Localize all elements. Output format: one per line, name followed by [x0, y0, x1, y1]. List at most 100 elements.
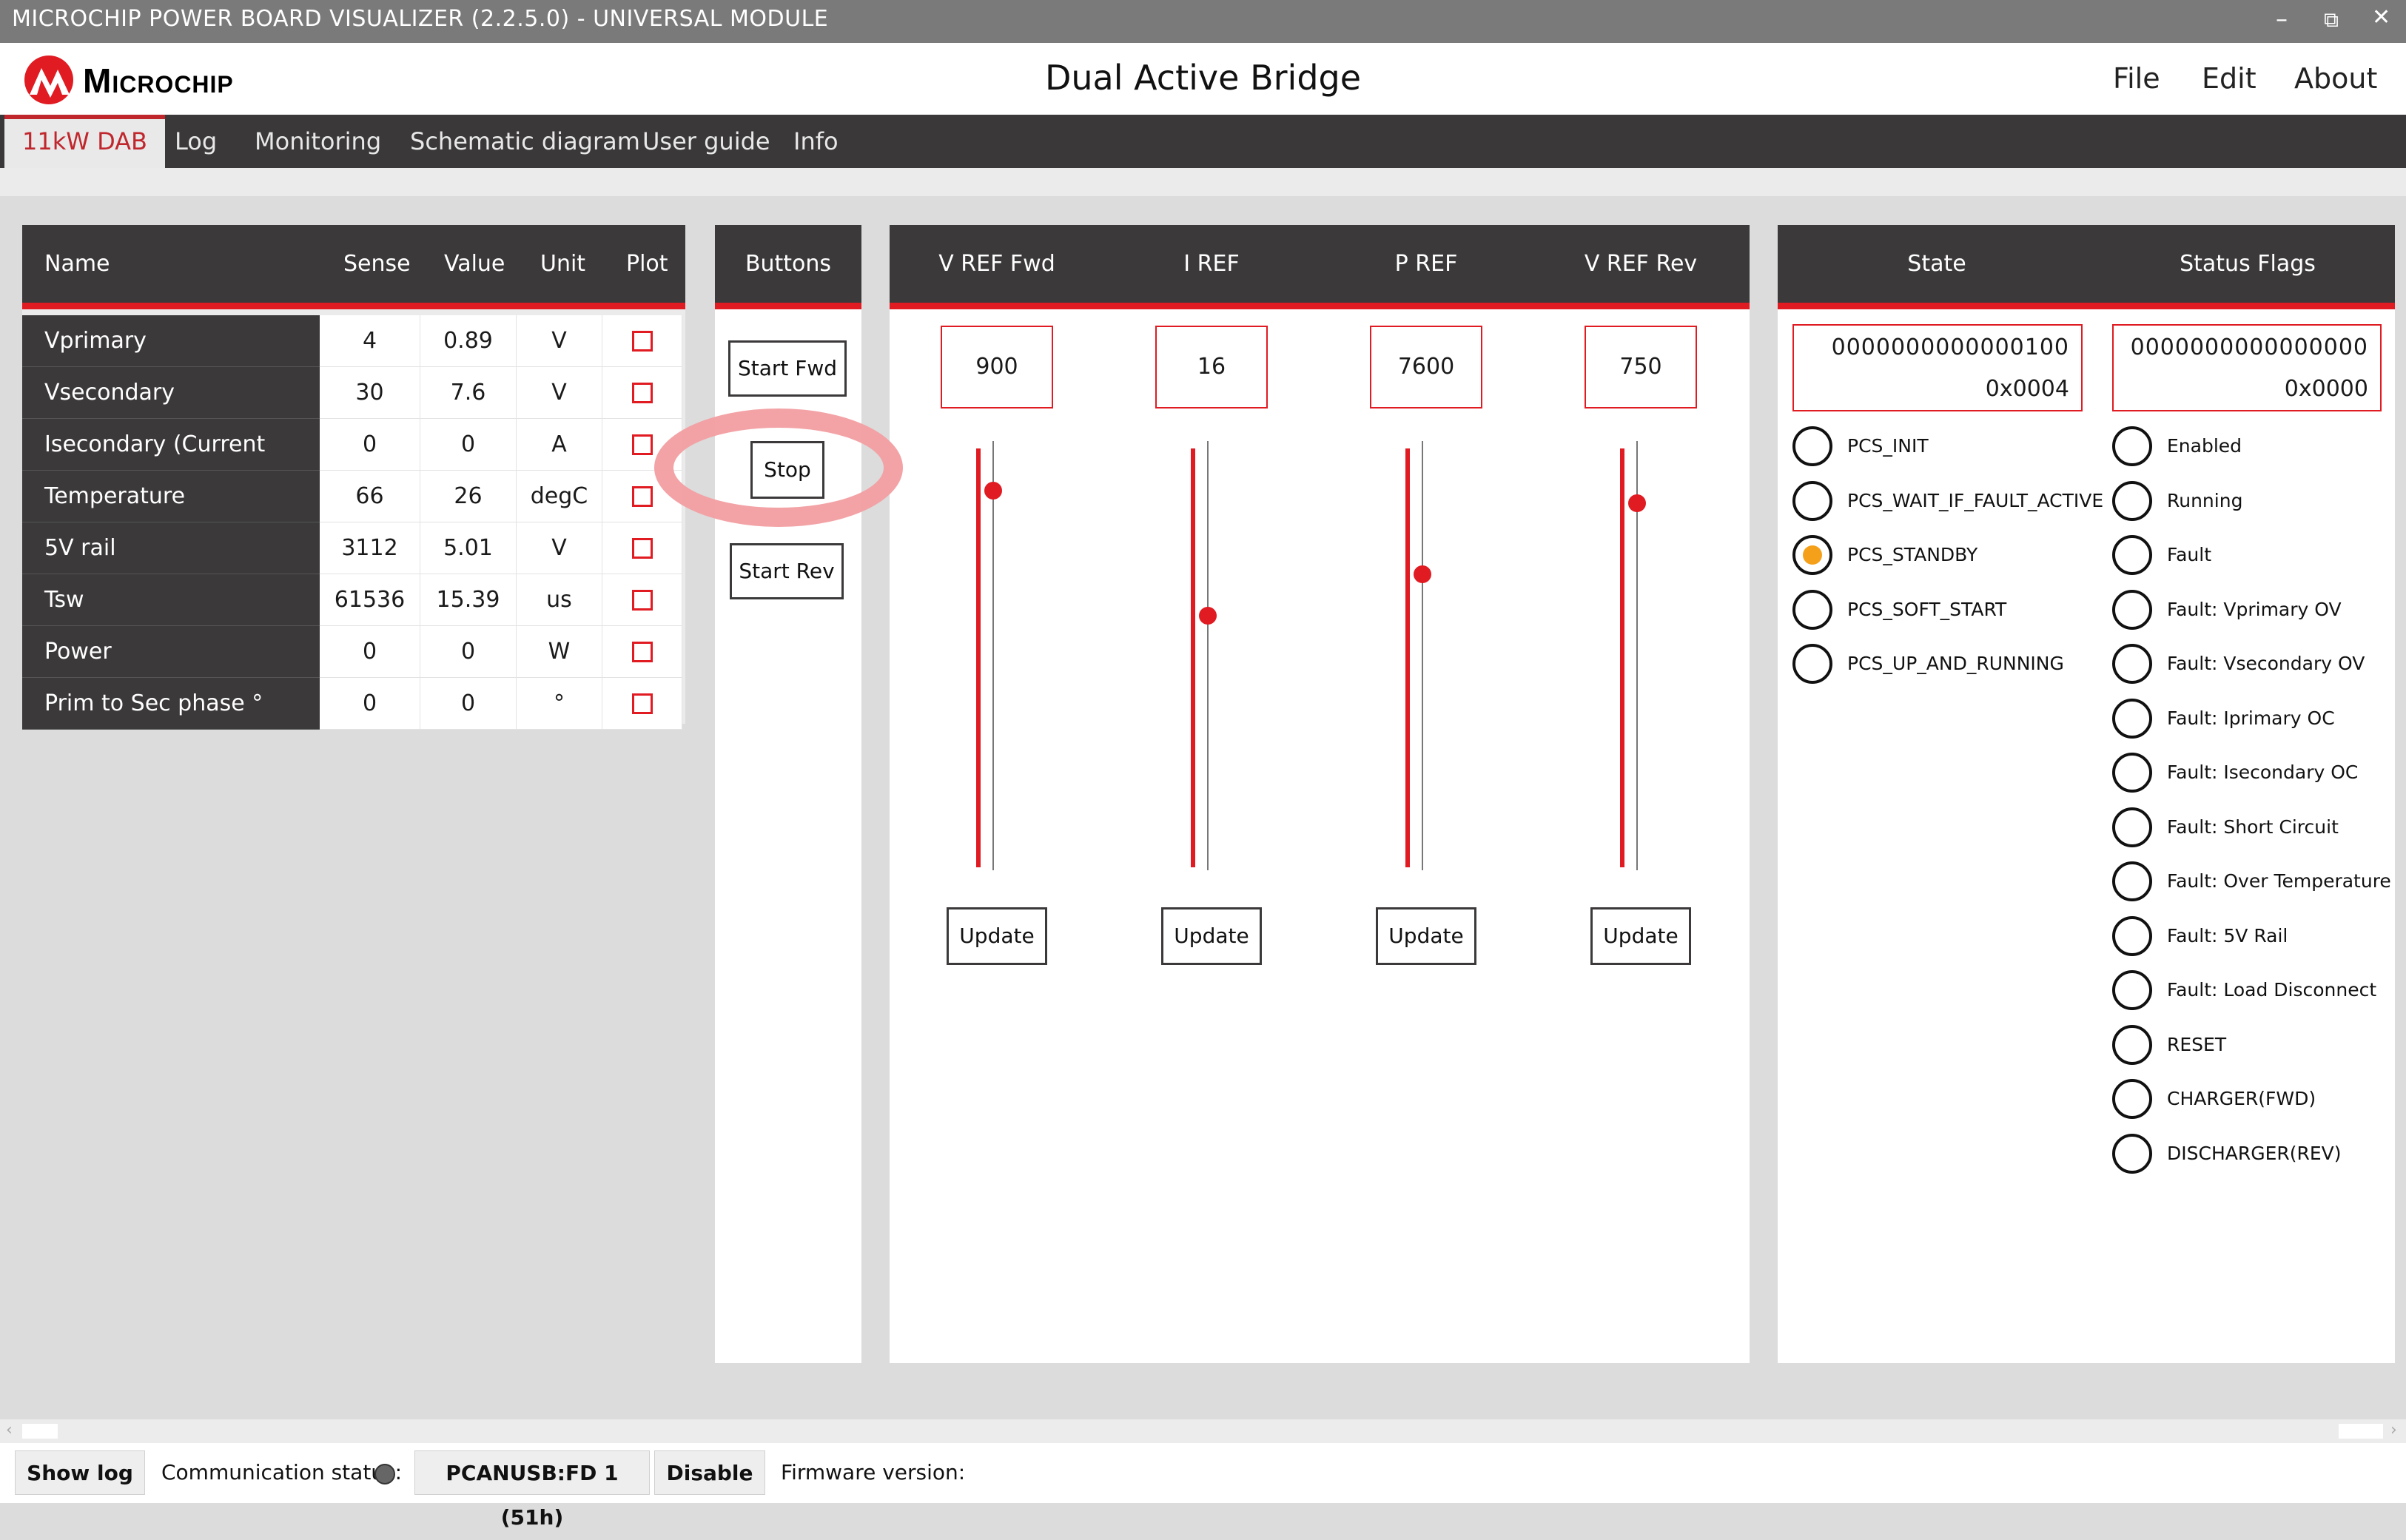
state-binary: 0000000000000100	[1831, 334, 2069, 360]
row-sense: 0	[320, 678, 420, 730]
status-flags-value-box: 0000000000000000 0x0000	[2112, 324, 2382, 411]
ref-input[interactable]: 900	[941, 326, 1053, 408]
tab-schematic-diagram[interactable]: Schematic diagram	[392, 115, 658, 168]
restore-icon[interactable]: ⧉	[2324, 7, 2339, 33]
buttons-panel: Buttons Start Fwd Stop Start Rev	[715, 225, 861, 1363]
disable-button[interactable]: Disable	[654, 1450, 765, 1495]
tab-user-guide[interactable]: User guide	[625, 115, 788, 168]
status-flag-radio	[2112, 535, 2152, 575]
row-unit: us	[517, 574, 602, 626]
row-plot-cell	[602, 367, 682, 419]
status-flags-binary: 0000000000000000	[2130, 334, 2368, 360]
show-log-button[interactable]: Show log	[15, 1450, 145, 1495]
scroll-right-icon[interactable]: ›	[2390, 1421, 2397, 1439]
update-button[interactable]: Update	[947, 907, 1047, 965]
tab-monitoring[interactable]: Monitoring	[237, 115, 399, 168]
close-icon[interactable]: ✕	[2372, 4, 2390, 30]
row-unit: W	[517, 626, 602, 678]
communication-status-indicator	[374, 1464, 395, 1484]
table-row: Tsw 61536 15.39 us	[22, 574, 682, 626]
col-header-sense: Sense	[343, 251, 411, 277]
row-name: Prim to Sec phase °	[22, 678, 320, 730]
row-plot-cell	[602, 678, 682, 730]
state-radio	[1792, 426, 1832, 466]
menu-file[interactable]: File	[2113, 62, 2160, 95]
status-flag-label: Fault: Short Circuit	[2167, 816, 2339, 838]
minimize-icon[interactable]: –	[2276, 4, 2288, 33]
state-label: PCS_SOFT_START	[1847, 598, 2007, 620]
slider-track[interactable]	[1191, 448, 1195, 867]
window-title: MICROCHIP POWER BOARD VISUALIZER (2.2.5.…	[12, 6, 829, 32]
row-unit: V	[517, 315, 602, 367]
table-row: Temperature 66 26 degC	[22, 471, 682, 522]
buttons-panel-title: Buttons	[745, 251, 832, 277]
plot-checkbox[interactable]	[631, 589, 653, 611]
row-value: 5.01	[420, 522, 517, 574]
ref-input[interactable]: 7600	[1370, 326, 1482, 408]
table-row: Vsecondary 30 7.6 V	[22, 367, 682, 419]
slider-handle[interactable]	[984, 481, 1002, 500]
ref-input[interactable]: 16	[1155, 326, 1268, 408]
plot-checkbox[interactable]	[631, 434, 653, 455]
state-label: PCS_STANDBY	[1847, 544, 1978, 565]
start-fwd-button[interactable]: Start Fwd	[728, 340, 847, 397]
row-value: 15.39	[420, 574, 517, 626]
status-flag-radio	[2112, 970, 2152, 1010]
start-rev-button[interactable]: Start Rev	[730, 543, 844, 599]
table-header: Name Sense Value Unit Plot	[22, 225, 685, 309]
status-flag-radio	[2112, 1024, 2152, 1065]
status-flag-label: Fault: Iprimary OC	[2167, 707, 2335, 729]
status-flag-label: Running	[2167, 489, 2243, 511]
menu-about[interactable]: About	[2294, 62, 2377, 95]
tab-bar: 11kW DAB Log Monitoring Schematic diagra…	[0, 115, 2406, 168]
state-label: PCS_INIT	[1847, 435, 1929, 457]
plot-checkbox[interactable]	[631, 537, 653, 559]
update-button[interactable]: Update	[1376, 907, 1476, 965]
ref-header-p: P REF	[1394, 251, 1458, 277]
status-flag-radio	[2112, 698, 2152, 739]
tab-info[interactable]: Info	[776, 115, 856, 168]
tab-content-strip	[0, 168, 2406, 196]
row-name: Vprimary	[22, 315, 320, 367]
slider-handle[interactable]	[1199, 607, 1217, 625]
status-flag-radio	[2112, 861, 2152, 901]
status-flag-radio	[2112, 915, 2152, 956]
horizontal-scrollbar[interactable]: ‹ ›	[0, 1419, 2406, 1443]
plot-checkbox[interactable]	[631, 485, 653, 507]
slider-line	[992, 441, 994, 870]
plot-checkbox[interactable]	[631, 382, 653, 403]
slider-track[interactable]	[1620, 448, 1624, 867]
state-panel-header: State Status Flags	[1778, 225, 2395, 309]
stop-highlight-ring	[654, 408, 903, 527]
menu-edit[interactable]: Edit	[2202, 62, 2257, 95]
status-flag-label: CHARGER(FWD)	[2167, 1088, 2316, 1109]
row-name: Tsw	[22, 574, 320, 626]
device-button[interactable]: PCANUSB:FD 1 (51h)	[414, 1450, 650, 1530]
state-radio	[1792, 589, 1832, 630]
row-value: 7.6	[420, 367, 517, 419]
scrollbar-thumb[interactable]	[22, 1424, 58, 1439]
status-flag-label: RESET	[2167, 1033, 2227, 1055]
ref-input[interactable]: 750	[1585, 326, 1697, 408]
status-flag-radio	[2112, 1079, 2152, 1119]
slider-track[interactable]	[1405, 448, 1410, 867]
plot-checkbox[interactable]	[631, 693, 653, 714]
slider-track[interactable]	[976, 448, 981, 867]
scroll-left-icon[interactable]: ‹	[6, 1421, 13, 1439]
update-button[interactable]: Update	[1590, 907, 1691, 965]
status-flag-label: Fault: Isecondary OC	[2167, 761, 2359, 783]
tab-11kw-dab[interactable]: 11kW DAB	[4, 115, 165, 168]
row-plot-cell	[602, 315, 682, 367]
buttons-panel-header: Buttons	[715, 225, 861, 309]
app-header: Microchip Dual Active Bridge File Edit A…	[0, 43, 2406, 115]
state-radio	[1792, 644, 1832, 684]
plot-checkbox[interactable]	[631, 641, 653, 662]
update-button[interactable]: Update	[1161, 907, 1262, 965]
row-sense: 30	[320, 367, 420, 419]
slider-handle[interactable]	[1414, 565, 1431, 583]
plot-checkbox[interactable]	[631, 330, 653, 352]
status-flag-radio	[2112, 480, 2152, 521]
row-value: 0	[420, 419, 517, 471]
slider-handle[interactable]	[1628, 494, 1646, 512]
tab-log[interactable]: Log	[157, 115, 235, 168]
